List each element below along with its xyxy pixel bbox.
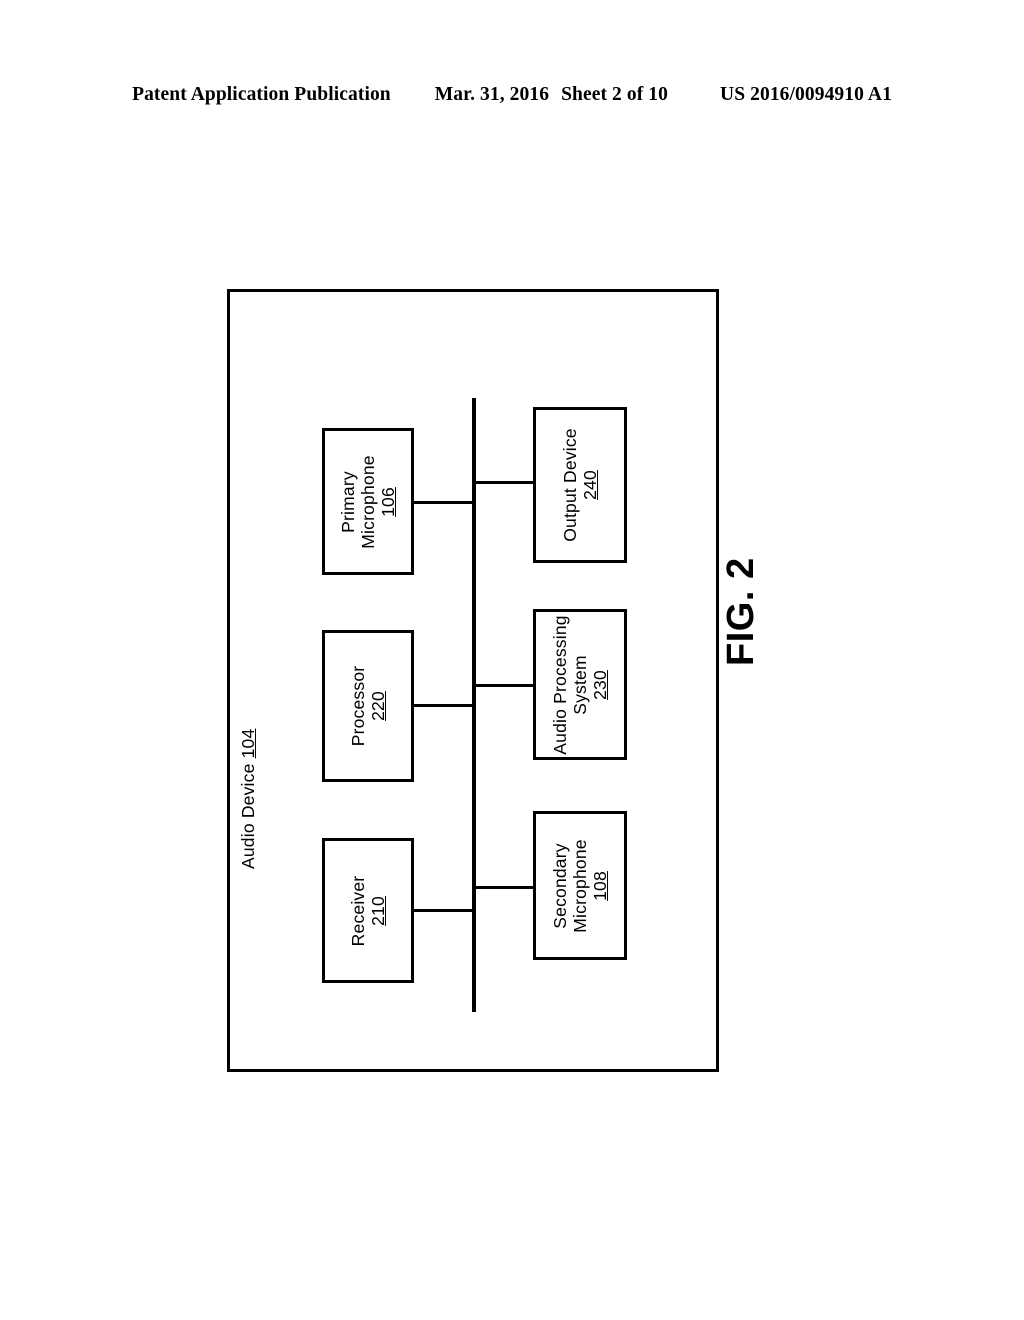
audio-device-label: Audio Device 104	[236, 699, 260, 869]
connector-processor-to-bus	[414, 704, 474, 707]
audio-device-name: Audio Device	[238, 763, 258, 869]
connector-bus-to-output-device	[474, 481, 534, 484]
block-primary-microphone-reference-number: 106	[378, 486, 398, 517]
block-secondary-microphone-reference-number: 108	[590, 870, 610, 901]
block-secondary-microphone-text: Secondary Microphone 108	[550, 839, 610, 932]
connector-primary-microphone-to-bus	[414, 501, 474, 504]
block-receiver: Receiver 210	[322, 838, 414, 983]
block-primary-microphone-line1: Primary	[338, 470, 358, 533]
block-processor: Processor 220	[322, 630, 414, 782]
block-primary-microphone-text: Primary Microphone 106	[338, 455, 398, 548]
block-receiver-line1: Receiver	[348, 875, 368, 946]
block-receiver-reference-number: 210	[368, 895, 388, 926]
block-output-device-reference-number: 240	[580, 470, 600, 500]
block-processor-line1: Processor	[348, 665, 368, 747]
figure-2-diagram: Audio Device 104 Primary Microphone 106 …	[0, 0, 1024, 1320]
audio-device-reference-number: 104	[238, 728, 258, 759]
block-output-device-line1: Output Device	[560, 428, 580, 542]
block-audio-processing-system: Audio Processing System 230	[533, 609, 627, 760]
block-secondary-microphone-line1: Secondary	[550, 842, 570, 929]
block-receiver-text: Receiver 210	[348, 875, 388, 946]
block-secondary-microphone-line2: Microphone	[570, 838, 590, 933]
figure-caption: FIG. 2	[720, 557, 762, 666]
block-audio-processing-system-line2: System	[570, 654, 590, 715]
block-audio-processing-system-reference-number: 230	[590, 669, 610, 700]
block-processor-reference-number: 220	[368, 691, 388, 721]
block-audio-processing-system-line1: Audio Processing	[550, 614, 570, 755]
connector-bus-to-secondary-microphone	[474, 886, 534, 889]
connector-bus-to-audio-processing-system	[474, 684, 534, 687]
block-output-device-text: Output Device 240	[560, 428, 600, 542]
block-output-device: Output Device 240	[533, 407, 627, 563]
block-primary-microphone: Primary Microphone 106	[322, 428, 414, 575]
block-processor-text: Processor 220	[348, 666, 388, 747]
connector-receiver-to-bus	[414, 909, 474, 912]
block-secondary-microphone: Secondary Microphone 108	[533, 811, 627, 960]
block-audio-processing-system-text: Audio Processing System 230	[550, 615, 610, 754]
block-primary-microphone-line2: Microphone	[358, 454, 378, 549]
